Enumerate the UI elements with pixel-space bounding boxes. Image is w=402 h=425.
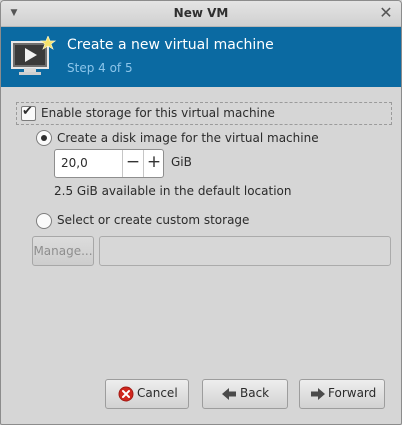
- disk-image-radio[interactable]: [36, 130, 52, 146]
- new-vm-window: ▼ New VM ✕ Create a new virtual machine …: [0, 0, 402, 425]
- disk-size-spinbox[interactable]: 20,0 − +: [54, 149, 164, 178]
- cancel-icon: [118, 386, 134, 402]
- forward-button[interactable]: Forward: [299, 379, 385, 409]
- wizard-title: Create a new virtual machine: [67, 37, 274, 53]
- radio-selected-dot: [41, 135, 47, 141]
- wizard-header: Create a new virtual machine Step 4 of 5: [1, 27, 401, 87]
- cancel-label: Cancel: [137, 386, 178, 400]
- plus-icon[interactable]: +: [143, 150, 164, 177]
- checkmark-icon: ✔: [22, 104, 33, 119]
- custom-storage-path-field[interactable]: [99, 236, 391, 266]
- cancel-button[interactable]: Cancel: [105, 379, 189, 409]
- back-button[interactable]: Back: [202, 379, 288, 409]
- disk-image-label[interactable]: Create a disk image for the virtual mach…: [57, 131, 319, 145]
- size-unit-label: GiB: [171, 155, 192, 169]
- title-bar[interactable]: ▼ New VM ✕: [1, 1, 401, 27]
- minus-icon[interactable]: −: [122, 150, 143, 177]
- arrow-right-icon: [311, 388, 325, 400]
- window-title: New VM: [173, 6, 229, 20]
- enable-storage-label: Enable storage for this virtual machine: [41, 106, 275, 120]
- close-icon[interactable]: ✕: [379, 5, 393, 21]
- custom-storage-label[interactable]: Select or create custom storage: [57, 213, 249, 227]
- disk-size-input[interactable]: 20,0: [61, 156, 88, 170]
- forward-label: Forward: [328, 386, 377, 400]
- arrow-left-icon: [222, 388, 236, 400]
- custom-storage-radio[interactable]: [36, 213, 52, 229]
- monitor-play-icon: [11, 36, 56, 75]
- enable-storage-checkbox[interactable]: ✔ Enable storage for this virtual machin…: [16, 102, 392, 125]
- checkbox[interactable]: ✔: [21, 104, 36, 121]
- manage-button[interactable]: Manage...: [32, 236, 94, 266]
- wizard-step: Step 4 of 5: [67, 61, 133, 75]
- available-space-text: 2.5 GiB available in the default locatio…: [54, 184, 292, 198]
- back-label: Back: [240, 386, 270, 400]
